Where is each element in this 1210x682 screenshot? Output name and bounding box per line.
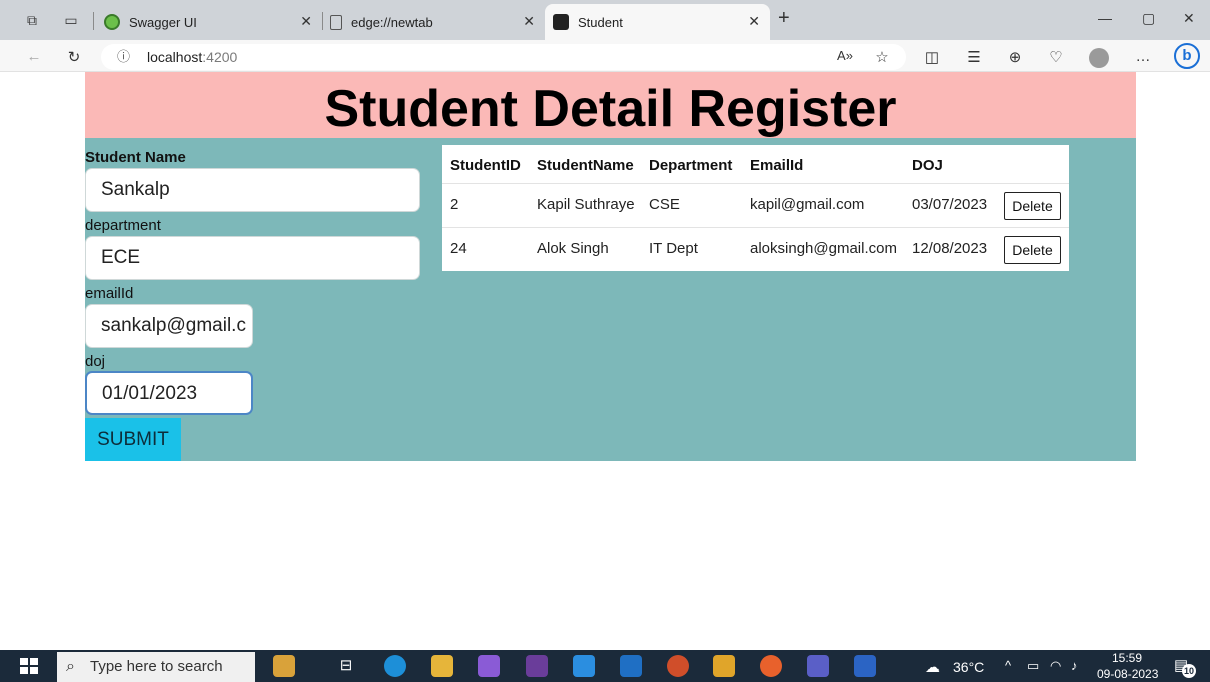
- tray-expand-icon[interactable]: ^: [1005, 658, 1011, 673]
- split-screen-icon[interactable]: ◫: [922, 48, 942, 66]
- read-aloud-icon[interactable]: A»: [835, 48, 855, 63]
- tab-student[interactable]: Student ✕: [545, 4, 770, 40]
- vscode-app-icon[interactable]: [573, 655, 595, 677]
- tab-separator: [93, 12, 94, 30]
- table-divider: [442, 183, 1069, 184]
- url-host: localhost: [147, 49, 203, 65]
- doj-input[interactable]: 01/01/2023: [85, 371, 253, 415]
- page-icon: [330, 14, 342, 30]
- clock-time[interactable]: 15:59: [1112, 651, 1142, 665]
- table-header-emailid: EmailId: [750, 157, 804, 174]
- url-port: :4200: [202, 49, 238, 65]
- edge-app-icon[interactable]: [384, 655, 406, 677]
- table-cell-department: CSE: [649, 196, 680, 213]
- notification-icon[interactable]: ▤ 10: [1174, 656, 1196, 678]
- back-icon[interactable]: ←: [24, 48, 44, 65]
- toolbox-app-icon[interactable]: [273, 655, 295, 677]
- delete-button[interactable]: Delete: [1004, 192, 1061, 220]
- table-cell-doj: 12/08/2023: [912, 240, 988, 257]
- tab-title: edge://newtab: [351, 14, 433, 30]
- tab-separator: [322, 12, 323, 30]
- windows-start-icon[interactable]: [20, 658, 38, 674]
- visual-studio-icon[interactable]: [478, 655, 500, 677]
- favorites-icon[interactable]: ☰: [964, 48, 984, 66]
- tab-actions-icon[interactable]: ▭: [62, 11, 80, 29]
- snipping-tool-icon[interactable]: [713, 655, 735, 677]
- word-app-icon[interactable]: [854, 655, 876, 677]
- table-cell-name: Kapil Suthraye: [537, 196, 635, 213]
- submit-button[interactable]: SUBMIT: [85, 418, 181, 461]
- table-header-doj: DOJ: [912, 157, 943, 174]
- table-header-studentid: StudentID: [450, 157, 521, 174]
- table-cell-email: aloksingh@gmail.com: [750, 240, 897, 257]
- more-menu-icon[interactable]: …: [1133, 48, 1153, 65]
- table-cell-id: 2: [450, 196, 459, 213]
- restore-icon[interactable]: ▢: [1142, 10, 1155, 27]
- weather-icon[interactable]: ☁: [925, 658, 940, 676]
- site-info-icon[interactable]: ⓘ: [117, 44, 130, 70]
- tab-swagger-ui[interactable]: Swagger UI ✕: [104, 7, 322, 37]
- address-bar-row: ← ↻ ⓘ localhost:4200 A» ☆ ◫ ☰ ⊕ ♡ … b: [0, 40, 1210, 72]
- volume-icon[interactable]: ♪: [1071, 658, 1078, 673]
- bing-chat-icon[interactable]: b: [1174, 43, 1200, 69]
- address-field[interactable]: ⓘ localhost:4200: [101, 44, 906, 70]
- table-cell-name: Alok Singh: [537, 240, 609, 257]
- page-title: Student Detail Register: [85, 72, 1136, 138]
- swagger-favicon-icon: [104, 14, 120, 30]
- performance-icon[interactable]: ♡: [1046, 48, 1066, 66]
- terminal-app-icon[interactable]: [526, 655, 548, 677]
- close-tab-icon[interactable]: ✕: [523, 13, 535, 30]
- student-name-label: Student Name: [85, 149, 186, 166]
- wifi-icon[interactable]: ◠: [1050, 658, 1061, 674]
- profile-avatar-icon[interactable]: [1089, 48, 1109, 72]
- collections-icon[interactable]: ⊕: [1005, 48, 1025, 66]
- powerpoint-app-icon[interactable]: [667, 655, 689, 677]
- outlook-app-icon[interactable]: [620, 655, 642, 677]
- department-label: department: [85, 217, 161, 234]
- table-header-studentname: StudentName: [537, 157, 634, 174]
- angular-favicon-icon: [553, 14, 569, 30]
- table-cell-department: IT Dept: [649, 240, 698, 257]
- close-window-icon[interactable]: ✕: [1183, 10, 1195, 27]
- minimize-icon[interactable]: —: [1098, 10, 1112, 26]
- table-header-department: Department: [649, 157, 733, 174]
- department-input[interactable]: ECE: [85, 236, 420, 280]
- file-explorer-icon[interactable]: [431, 655, 453, 677]
- refresh-icon[interactable]: ↻: [64, 48, 84, 66]
- table-cell-id: 24: [450, 240, 467, 257]
- email-input[interactable]: sankalp@gmail.c: [85, 304, 253, 348]
- browser-tab-bar: ⧉ ▭ Swagger UI ✕ edge://newtab ✕ Student…: [0, 0, 1210, 40]
- table-divider: [442, 227, 1069, 228]
- taskbar-search-box[interactable]: ⌕ Type here to search: [57, 652, 255, 682]
- teams-app-icon[interactable]: [807, 655, 829, 677]
- notification-count: 10: [1182, 664, 1196, 678]
- workspaces-icon[interactable]: ⧉: [23, 11, 41, 29]
- network-icon[interactable]: ▭: [1027, 658, 1039, 674]
- close-tab-icon[interactable]: ✕: [748, 13, 760, 30]
- student-name-input[interactable]: Sankalp: [85, 168, 420, 212]
- close-tab-icon[interactable]: ✕: [300, 13, 312, 30]
- task-view-icon[interactable]: ⊟: [335, 655, 357, 677]
- favorite-star-icon[interactable]: ☆: [872, 48, 892, 66]
- clock-date[interactable]: 09-08-2023: [1097, 667, 1158, 681]
- table-cell-doj: 03/07/2023: [912, 196, 988, 213]
- table-cell-email: kapil@gmail.com: [750, 196, 865, 213]
- weather-temperature[interactable]: 36°C: [953, 659, 984, 675]
- email-label: emailId: [85, 285, 134, 302]
- doj-label: doj: [85, 353, 106, 370]
- tab-newtab[interactable]: edge://newtab ✕: [330, 7, 545, 37]
- search-icon: ⌕: [66, 658, 75, 675]
- tab-title: Student: [578, 14, 623, 30]
- postman-app-icon[interactable]: [760, 655, 782, 677]
- delete-button[interactable]: Delete: [1004, 236, 1061, 264]
- search-placeholder: Type here to search: [90, 658, 223, 675]
- new-tab-icon[interactable]: +: [778, 7, 790, 30]
- tab-title: Swagger UI: [129, 14, 197, 30]
